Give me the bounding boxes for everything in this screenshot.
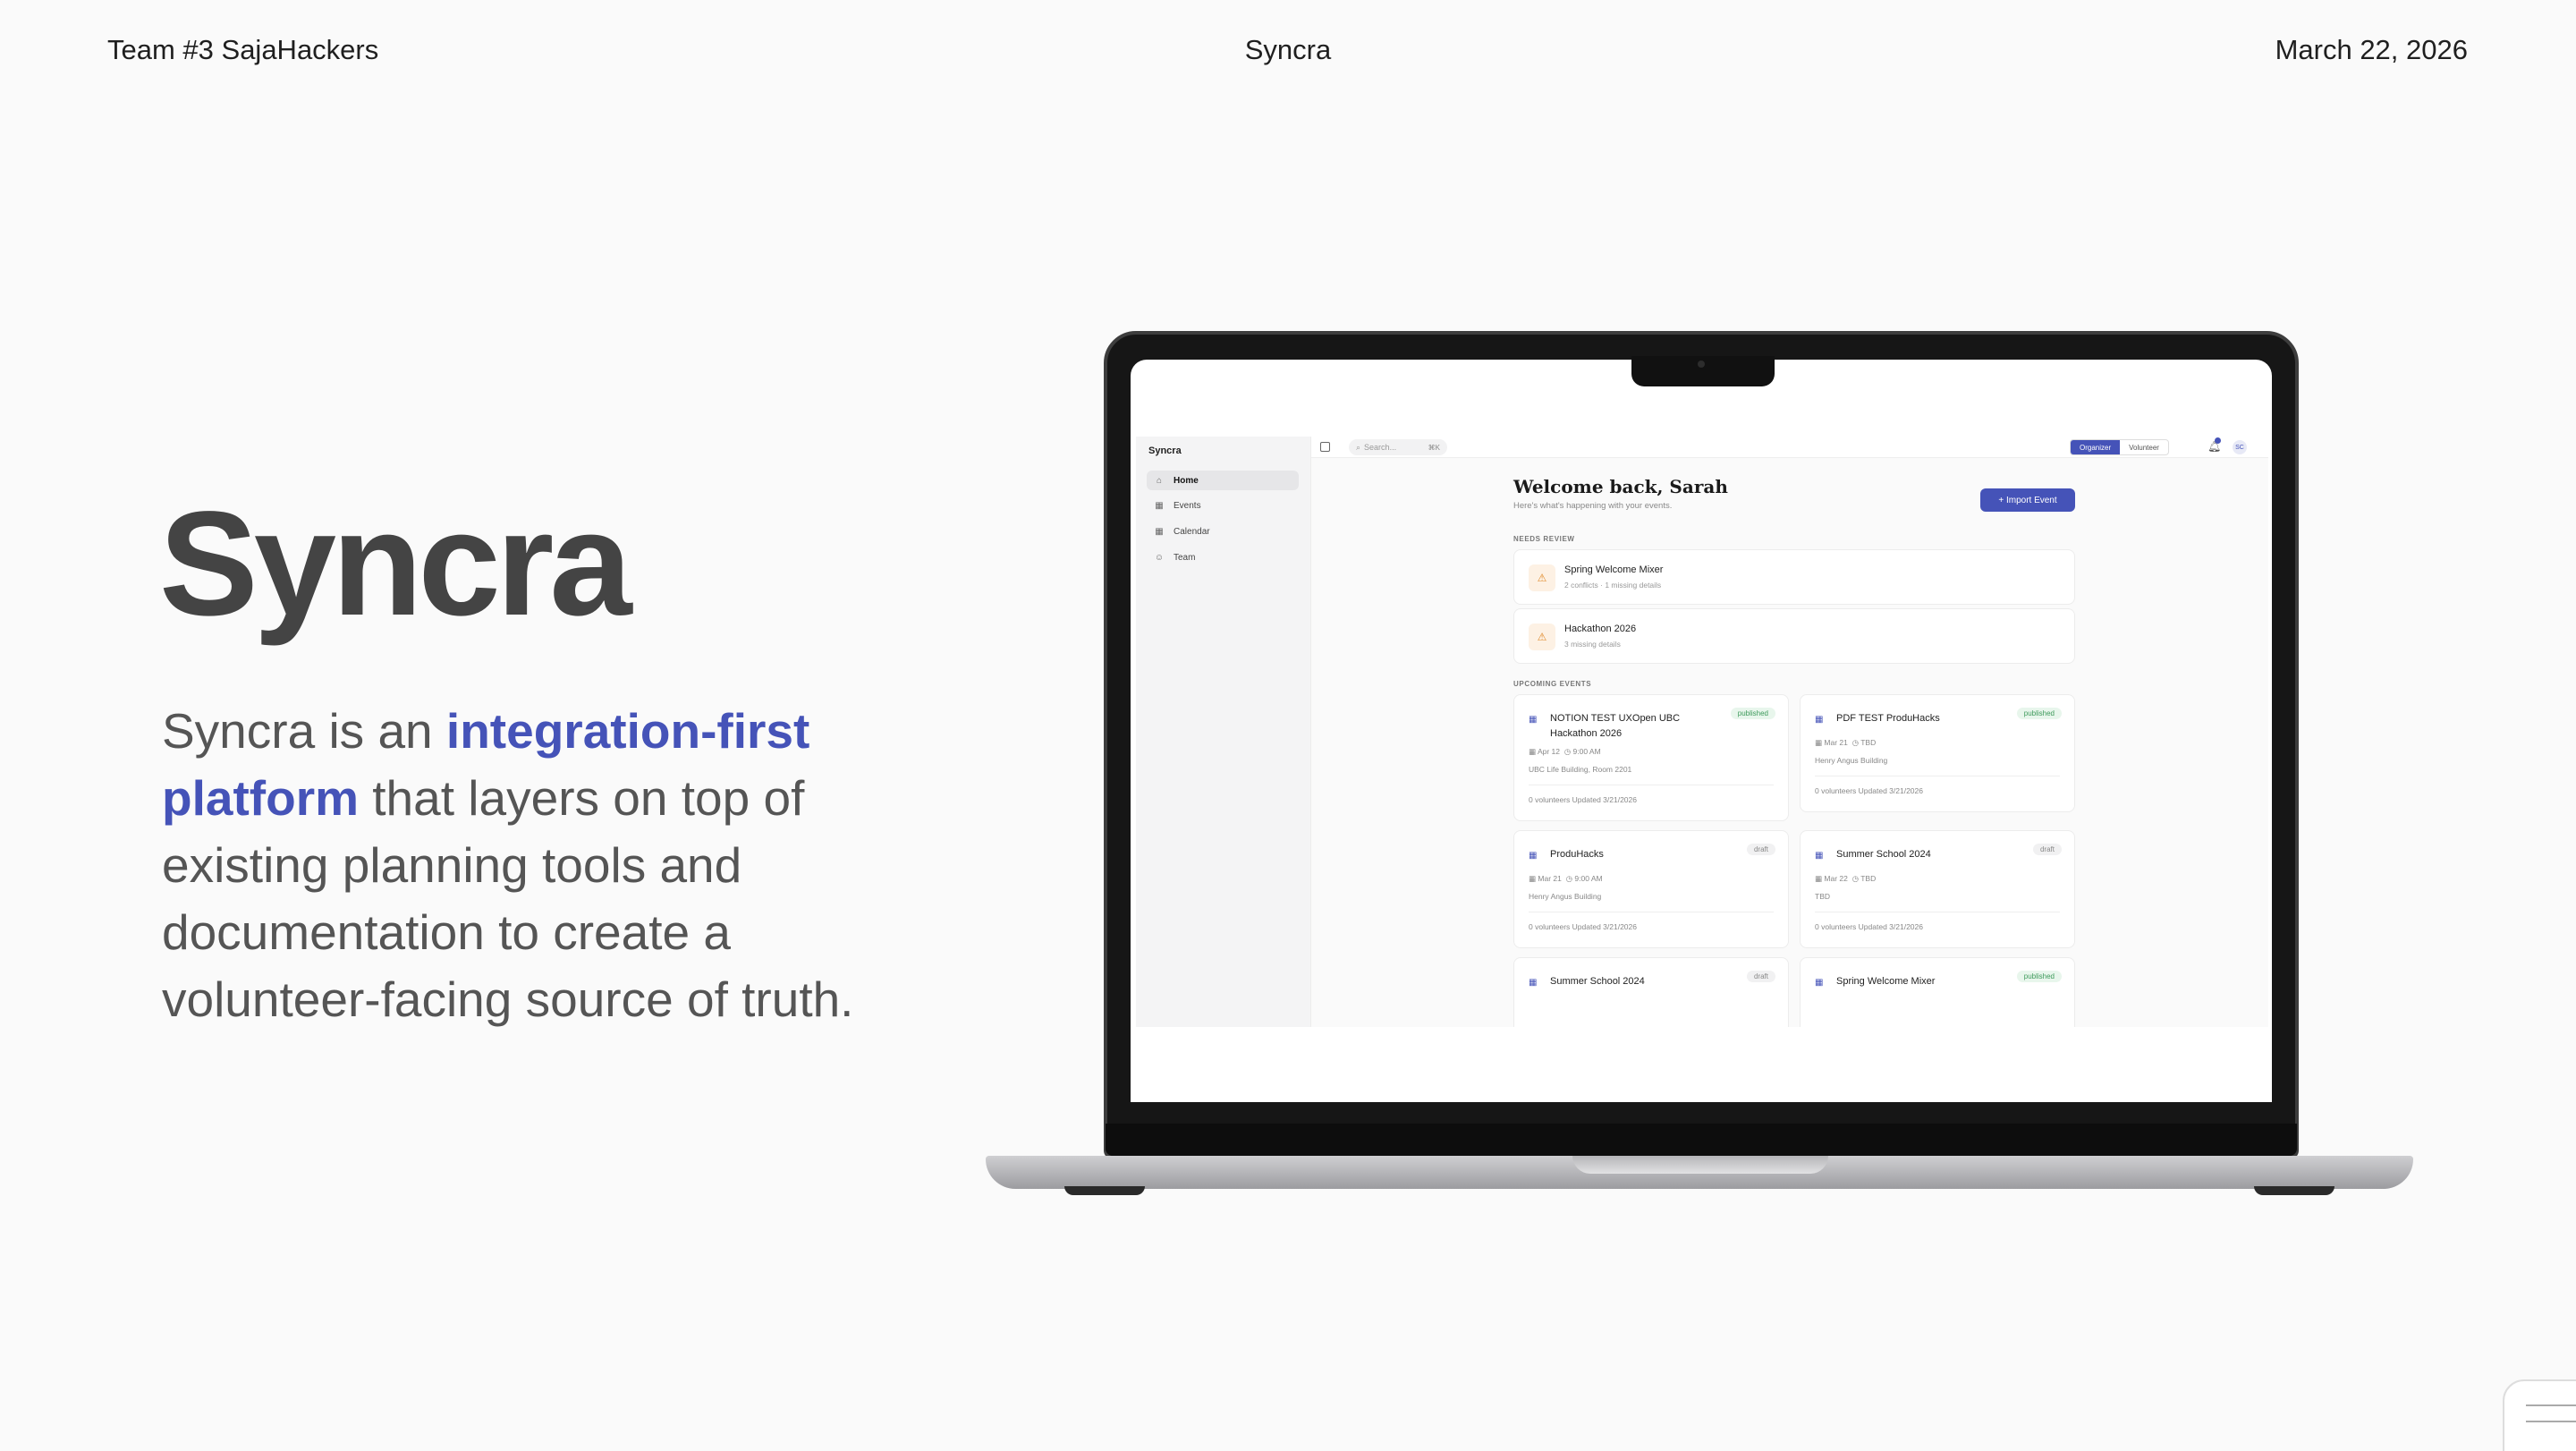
sidebar-brand: Syncra	[1148, 445, 1182, 456]
calendar-icon: ▦	[1815, 851, 1824, 861]
corner-line	[2526, 1404, 2576, 1406]
event-footer: 0 volunteers Updated 3/21/2026	[1815, 786, 1923, 795]
laptop-chin	[1106, 1124, 2297, 1156]
event-datetime: ▦ Mar 21 ◷ 9:00 AM	[1529, 874, 1603, 883]
top-bar: ⌕ Search... ⌘K Organizer Volunteer 🔔︎ SC	[1311, 437, 2268, 458]
import-event-button[interactable]: + Import Event	[1980, 488, 2075, 512]
calendar-icon: ▦	[1529, 851, 1538, 861]
event-location: Henry Angus Building	[1815, 756, 1888, 765]
event-date: Mar 21	[1538, 874, 1562, 883]
warning-icon: ⚠	[1529, 564, 1555, 591]
main-content: Welcome back, Sarah Here's what's happen…	[1311, 458, 2268, 1027]
event-time: 9:00 AM	[1572, 747, 1601, 756]
review-card[interactable]: ⚠ Spring Welcome Mixer 2 conflicts · 1 m…	[1513, 549, 2075, 605]
calendar-icon: ▦	[1529, 978, 1538, 988]
status-badge: draft	[2032, 844, 2062, 855]
calendar-icon: ▦	[1529, 715, 1538, 725]
corner-widget[interactable]	[2503, 1379, 2576, 1451]
event-card[interactable]: ▦ ProduHacks draft ▦ Mar 21 ◷ 9:00 AM He…	[1513, 830, 1789, 948]
upcoming-events-label: UPCOMING EVENTS	[1513, 680, 1592, 688]
role-organizer-button[interactable]: Organizer	[2071, 440, 2121, 454]
search-placeholder: Search...	[1364, 443, 1397, 452]
event-location: Henry Angus Building	[1529, 892, 1602, 901]
desc-prefix: Syncra is an	[162, 703, 446, 759]
hero-title: Syncra	[159, 481, 632, 647]
sidebar-item-label: Team	[1174, 552, 1196, 563]
status-badge: draft	[1746, 971, 1775, 982]
review-title: Hackathon 2026	[1564, 624, 1637, 634]
camera-icon	[1698, 361, 1705, 368]
event-card[interactable]: ▦ PDF TEST ProduHacks published ▦ Mar 21…	[1800, 694, 2075, 812]
sidebar-item-events[interactable]: ▦ Events	[1147, 496, 1299, 515]
calendar-icon: ▦	[1155, 500, 1164, 511]
page-subtitle: Here's what's happening with your events…	[1513, 501, 1673, 511]
calendar-icon: ▦	[1155, 526, 1164, 537]
status-badge: published	[2016, 971, 2062, 982]
laptop-trackpad-notch	[1572, 1156, 1828, 1174]
laptop-foot-right	[2254, 1186, 2334, 1195]
laptop-foot-left	[1064, 1186, 1145, 1195]
page-title: Welcome back, Sarah	[1513, 476, 1728, 497]
event-footer: 0 volunteers Updated 3/21/2026	[1815, 922, 1923, 931]
calendar-icon: ▦	[1815, 978, 1824, 988]
event-footer: 0 volunteers Updated 3/21/2026	[1529, 922, 1637, 931]
notification-dot	[2215, 437, 2221, 444]
sidebar-item-label: Events	[1174, 500, 1201, 511]
home-icon: ⌂	[1156, 475, 1163, 486]
status-badge: published	[2016, 708, 2062, 719]
sidebar: Syncra ⌂ Home ▦ Events ▦ Calendar ☺ Team	[1136, 437, 1311, 1027]
warning-icon: ⚠	[1529, 624, 1555, 650]
event-name: PDF TEST ProduHacks	[1836, 713, 1940, 724]
event-card[interactable]: ▦ Summer School 2024 draft	[1513, 957, 1789, 1027]
event-date: Mar 21	[1824, 738, 1848, 747]
event-card[interactable]: ▦ Spring Welcome Mixer published	[1800, 957, 2075, 1027]
role-volunteer-button[interactable]: Volunteer	[2120, 440, 2168, 454]
sidebar-item-label: Home	[1174, 475, 1199, 486]
event-name: Spring Welcome Mixer	[1836, 976, 1936, 987]
event-card[interactable]: ▦ NOTION TEST UXOpen UBC Hackathon 2026 …	[1513, 694, 1789, 821]
slide-header-title: Syncra	[1244, 34, 1332, 65]
sidebar-item-calendar[interactable]: ▦ Calendar	[1147, 522, 1299, 541]
review-subtitle: 2 conflicts · 1 missing details	[1564, 581, 1662, 590]
event-time: TBD	[1860, 874, 1877, 883]
avatar[interactable]: SC	[2233, 440, 2247, 454]
event-location: UBC Life Building, Room 2201	[1529, 765, 1632, 774]
panel-toggle-icon[interactable]	[1320, 442, 1330, 452]
event-name: ProduHacks	[1550, 849, 1604, 860]
event-datetime: ▦ Mar 21 ◷ TBD	[1815, 738, 1877, 747]
sidebar-item-label: Calendar	[1174, 526, 1210, 537]
event-date: Apr 12	[1537, 747, 1560, 756]
corner-line	[2526, 1421, 2576, 1422]
event-date: Mar 22	[1824, 874, 1848, 883]
syncra-app: Syncra ⌂ Home ▦ Events ▦ Calendar ☺ Team…	[1136, 437, 2268, 1027]
event-card[interactable]: ▦ Summer School 2024 draft ▦ Mar 22 ◷ TB…	[1800, 830, 2075, 948]
event-time: 9:00 AM	[1574, 874, 1603, 883]
role-toggle: Organizer Volunteer	[2070, 439, 2169, 455]
sidebar-item-home[interactable]: ⌂ Home	[1147, 471, 1299, 490]
search-input[interactable]: ⌕ Search... ⌘K	[1349, 439, 1447, 455]
calendar-icon: ▦	[1815, 715, 1824, 725]
review-subtitle: 3 missing details	[1564, 640, 1621, 649]
status-badge: published	[1730, 708, 1775, 719]
event-time: TBD	[1860, 738, 1877, 747]
event-name: Summer School 2024	[1550, 976, 1645, 987]
event-name: NOTION TEST UXOpen UBC Hackathon 2026	[1550, 713, 1681, 739]
review-title: Spring Welcome Mixer	[1564, 564, 1664, 575]
slide-header-date: March 22, 2026	[2275, 34, 2468, 65]
laptop-screen: Syncra ⌂ Home ▦ Events ▦ Calendar ☺ Team…	[1131, 360, 2272, 1102]
event-footer: 0 volunteers Updated 3/21/2026	[1529, 795, 1637, 804]
user-icon: ☺	[1154, 552, 1165, 563]
event-location: TBD	[1815, 892, 1830, 901]
search-shortcut: ⌘K	[1428, 443, 1440, 452]
hero-description: Syncra is an integration-first platform …	[162, 698, 949, 1033]
search-icon: ⌕	[1356, 442, 1361, 452]
needs-review-label: NEEDS REVIEW	[1513, 535, 1575, 543]
event-datetime: ▦ Mar 22 ◷ TBD	[1815, 874, 1877, 883]
sidebar-item-team[interactable]: ☺ Team	[1147, 547, 1299, 567]
event-name: Summer School 2024	[1836, 849, 1931, 860]
event-datetime: ▦ Apr 12 ◷ 9:00 AM	[1529, 747, 1601, 756]
review-card[interactable]: ⚠ Hackathon 2026 3 missing details	[1513, 608, 2075, 664]
status-badge: draft	[1746, 844, 1775, 855]
